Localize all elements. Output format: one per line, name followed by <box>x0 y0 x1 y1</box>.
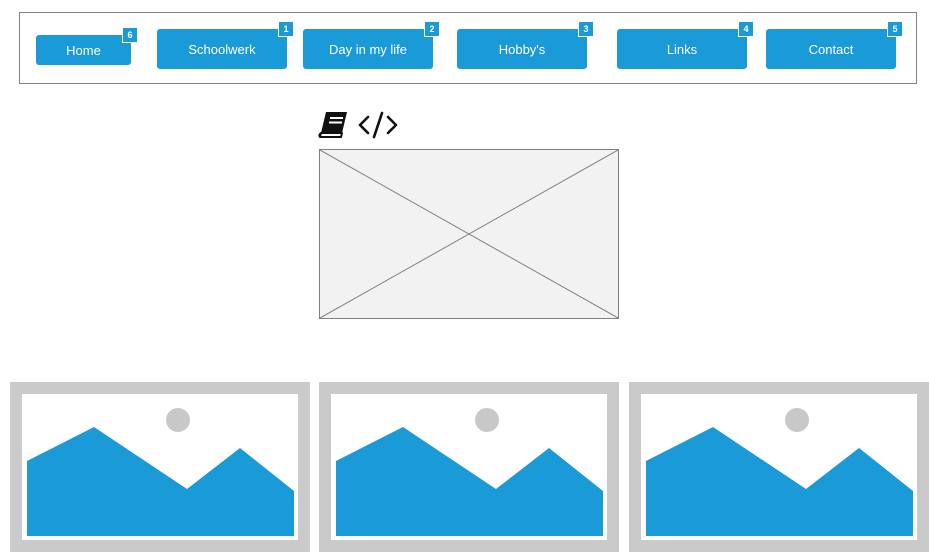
nav-schoolwerk-label: Schoolwerk <box>188 41 256 57</box>
book-icon <box>318 112 347 138</box>
nav-home-label: Home <box>66 42 101 58</box>
gallery-image-3 <box>629 382 929 552</box>
nav-schoolwerk-button[interactable]: Schoolwerk <box>157 29 287 69</box>
image-placeholder <box>319 149 619 319</box>
nav-home-button[interactable]: Home <box>36 35 131 65</box>
landscape-image-icon <box>336 408 603 536</box>
nav-contact-button[interactable]: Contact <box>766 29 896 69</box>
nav-day-in-my-life-label: Day in my life <box>328 41 408 57</box>
code-icon <box>358 111 398 139</box>
nav-contact-label: Contact <box>808 41 854 57</box>
nav-day-in-my-life-badge: 2 <box>424 21 440 37</box>
landscape-image-icon <box>27 408 294 536</box>
nav-contact-badge: 5 <box>887 21 903 37</box>
nav-day-in-my-life-button[interactable]: Day in my life <box>303 29 433 69</box>
nav-links-button[interactable]: Links <box>617 29 747 69</box>
landscape-image-icon <box>646 408 913 536</box>
nav-schoolwerk-badge: 1 <box>278 21 294 37</box>
image-placeholder-icon <box>320 150 618 318</box>
nav-hobbys-button[interactable]: Hobby's <box>457 29 587 69</box>
nav-hobbys-badge: 3 <box>578 21 594 37</box>
nav-hobbys-label: Hobby's <box>498 41 546 57</box>
gallery-image-2 <box>319 382 619 552</box>
nav-links-badge: 4 <box>738 21 754 37</box>
nav-home-badge: 6 <box>122 27 138 43</box>
gallery-image-1 <box>10 382 310 552</box>
nav-links-label: Links <box>666 41 698 57</box>
